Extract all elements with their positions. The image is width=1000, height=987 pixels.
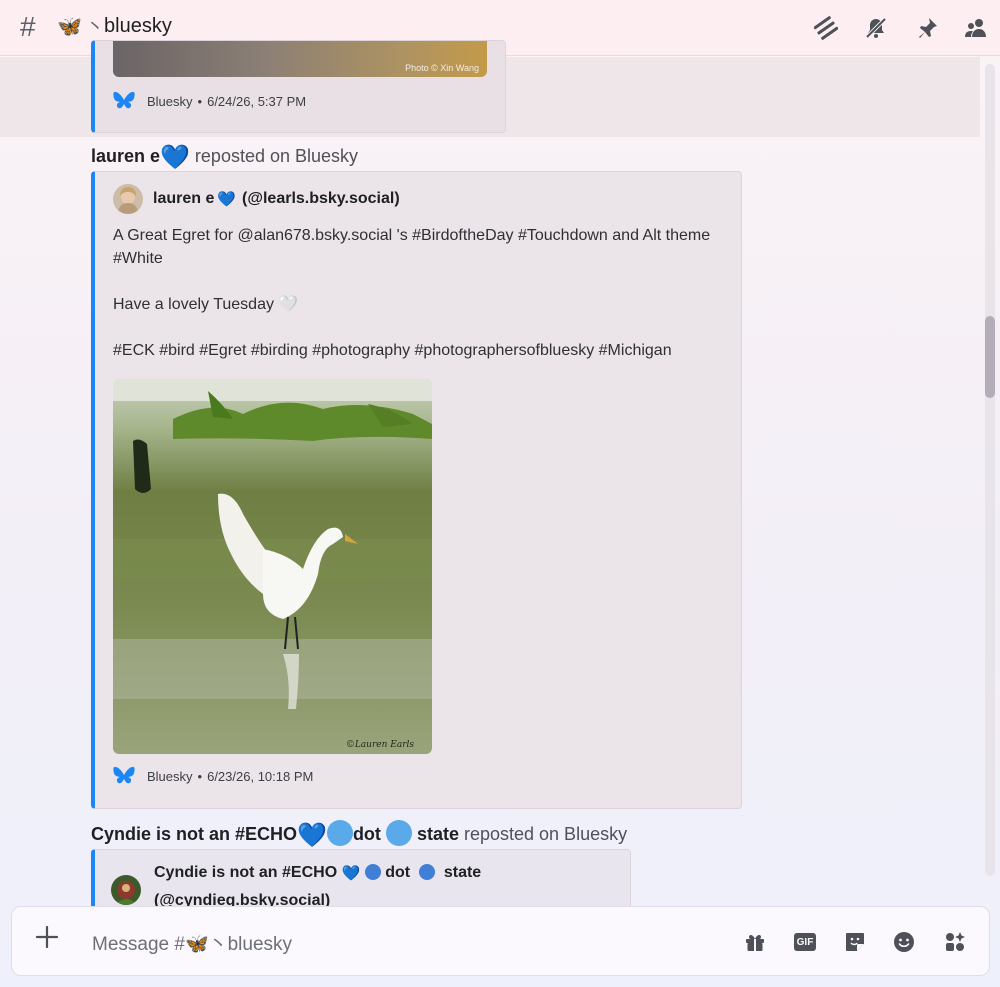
reposter-name[interactable]: Cyndie is not an #ECHO — [91, 824, 297, 844]
blue-circle-emoji — [326, 820, 353, 846]
repost-text: reposted on Bluesky — [189, 146, 359, 166]
embed-author[interactable]: Cyndie is not an #ECHO 💙 dot state — [154, 864, 481, 882]
blue-heart-emoji: 💙 — [297, 822, 327, 849]
avatar[interactable] — [111, 875, 141, 905]
bluesky-embed: Photo © Xin Wang Bluesky • 6/24/26, 5:37… — [91, 40, 506, 133]
repost-line: lauren e💙 reposted on Bluesky — [91, 143, 358, 172]
gift-icon[interactable] — [742, 929, 768, 955]
message-input[interactable]: Message #🦋丶bluesky — [92, 929, 292, 956]
threads-icon[interactable] — [812, 14, 840, 42]
text-channel-icon: # — [20, 11, 36, 42]
footer-separator: • — [197, 93, 203, 109]
blue-circle-emoji — [385, 820, 412, 846]
scrollbar-track[interactable] — [985, 64, 995, 876]
author-handle: (@learls.bsky.social) — [242, 190, 400, 207]
avatar — [113, 184, 143, 214]
pin-icon[interactable] — [913, 14, 941, 42]
author-name-part: dot — [385, 864, 411, 881]
author-name: Cyndie is not an #ECHO — [154, 864, 338, 881]
post-text: A Great Egret for @alan678.bsky.social '… — [113, 227, 711, 359]
blue-heart-emoji: 💙 — [341, 865, 361, 882]
repost-text: reposted on Bluesky — [458, 824, 628, 844]
gif-icon[interactable]: GIF — [794, 933, 816, 951]
photo-credit: Photo © Xin Wang — [405, 63, 479, 73]
channel-name: bluesky — [104, 15, 172, 37]
bluesky-butterfly-icon — [113, 91, 135, 109]
egret-photo[interactable]: ©Lauren Earls — [113, 379, 432, 754]
mute-icon[interactable] — [862, 14, 890, 42]
members-icon[interactable] — [962, 14, 990, 42]
author-name-part: state — [443, 864, 482, 881]
reposter-name-part: state — [416, 824, 459, 844]
emoji-icon[interactable] — [891, 929, 917, 955]
scrollbar-thumb[interactable] — [985, 316, 995, 398]
embed-timestamp: 6/24/26, 5:37 PM — [207, 93, 307, 109]
repost-line: Cyndie is not an #ECHO💙 dot state reposte… — [91, 820, 627, 850]
blue-circle-emoji — [364, 864, 381, 880]
bluesky-embed: lauren e 💙 (@learls.bsky.social) A Great… — [91, 171, 742, 809]
author-name: lauren e — [153, 190, 215, 207]
image-watermark: ©Lauren Earls — [345, 740, 414, 750]
embed-source: Bluesky — [147, 768, 193, 784]
apps-icon[interactable] — [942, 929, 968, 955]
embed-image[interactable]: Photo © Xin Wang — [113, 41, 487, 77]
blue-circle-emoji — [418, 864, 435, 880]
embed-source: Bluesky — [147, 93, 193, 109]
reposter-name-part: dot — [352, 824, 381, 844]
embed-footer: Bluesky • 6/24/26, 5:37 PM — [113, 91, 306, 111]
embed-author[interactable]: lauren e 💙 (@learls.bsky.social) — [113, 184, 400, 214]
reposter-name[interactable]: lauren e — [91, 146, 160, 166]
plus-icon — [35, 925, 59, 949]
message-composer: Message #🦋丶bluesky GIF — [11, 906, 990, 976]
embed-footer: Bluesky • 6/23/26, 10:18 PM — [113, 766, 313, 786]
channel-separator: 丶 — [86, 17, 104, 37]
bluesky-butterfly-icon — [113, 766, 135, 784]
footer-separator: • — [197, 768, 203, 784]
channel-emoji: 🦋 — [57, 16, 82, 38]
sticker-icon[interactable] — [842, 929, 868, 955]
embed-timestamp: 6/23/26, 10:18 PM — [207, 768, 314, 784]
blue-heart-emoji: 💙 — [160, 144, 190, 171]
blue-heart-emoji: 💙 — [217, 191, 237, 208]
add-attachment-button[interactable] — [34, 924, 60, 950]
